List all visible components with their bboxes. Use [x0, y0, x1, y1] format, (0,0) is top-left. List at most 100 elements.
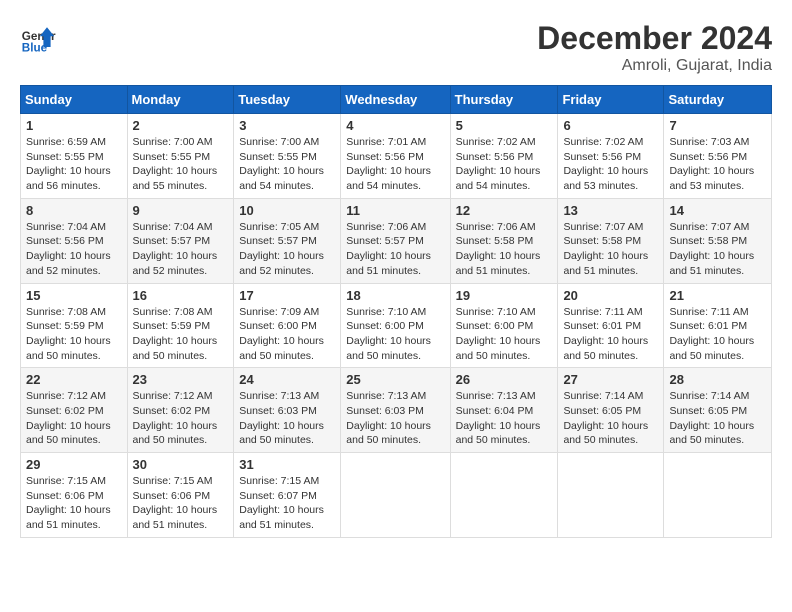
day-info: Sunrise: 7:13 AM Sunset: 6:03 PM Dayligh…: [239, 389, 335, 448]
calendar-title: December 2024: [537, 20, 772, 57]
day-info: Sunrise: 7:13 AM Sunset: 6:03 PM Dayligh…: [346, 389, 444, 448]
calendar-cell: 13 Sunrise: 7:07 AM Sunset: 5:58 PM Dayli…: [558, 198, 664, 283]
day-info: Sunrise: 7:03 AM Sunset: 5:56 PM Dayligh…: [669, 135, 766, 194]
calendar-cell: 4Sunrise: 7:01 AM Sunset: 5:56 PM Daylig…: [341, 114, 450, 199]
day-info: Sunrise: 7:15 AM Sunset: 6:07 PM Dayligh…: [239, 474, 335, 533]
calendar-cell: 31 Sunrise: 7:15 AM Sunset: 6:07 PM Dayli…: [234, 453, 341, 538]
calendar-cell: 26 Sunrise: 7:13 AM Sunset: 6:04 PM Dayli…: [450, 368, 558, 453]
day-number: 27: [563, 372, 658, 387]
calendar-cell: 18 Sunrise: 7:10 AM Sunset: 6:00 PM Dayli…: [341, 283, 450, 368]
day-info: Sunrise: 7:15 AM Sunset: 6:06 PM Dayligh…: [26, 474, 122, 533]
day-number: 9: [133, 203, 229, 218]
day-info: Sunrise: 7:00 AM Sunset: 5:55 PM Dayligh…: [239, 135, 335, 194]
calendar-cell: 19Sunrise: 7:10 AM Sunset: 6:00 PM Dayli…: [450, 283, 558, 368]
header-monday: Monday: [127, 86, 234, 114]
day-number: 10: [239, 203, 335, 218]
day-number: 14: [669, 203, 766, 218]
day-number: 29: [26, 457, 122, 472]
day-number: 20: [563, 288, 658, 303]
day-number: 22: [26, 372, 122, 387]
day-info: Sunrise: 7:11 AM Sunset: 6:01 PM Dayligh…: [669, 305, 766, 364]
day-info: Sunrise: 7:12 AM Sunset: 6:02 PM Dayligh…: [26, 389, 122, 448]
day-number: 18: [346, 288, 444, 303]
day-info: Sunrise: 7:05 AM Sunset: 5:57 PM Dayligh…: [239, 220, 335, 279]
day-info: Sunrise: 7:11 AM Sunset: 6:01 PM Dayligh…: [563, 305, 658, 364]
day-info: Sunrise: 7:10 AM Sunset: 6:00 PM Dayligh…: [346, 305, 444, 364]
calendar-week-row: 29 Sunrise: 7:15 AM Sunset: 6:06 PM Dayli…: [21, 453, 772, 538]
day-info: Sunrise: 7:06 AM Sunset: 5:58 PM Dayligh…: [456, 220, 553, 279]
day-number: 17: [239, 288, 335, 303]
calendar-cell: 23 Sunrise: 7:12 AM Sunset: 6:02 PM Dayli…: [127, 368, 234, 453]
calendar-cell: 1Sunrise: 6:59 AM Sunset: 5:55 PM Daylig…: [21, 114, 128, 199]
calendar-week-row: 22 Sunrise: 7:12 AM Sunset: 6:02 PM Dayli…: [21, 368, 772, 453]
day-info: Sunrise: 7:02 AM Sunset: 5:56 PM Dayligh…: [563, 135, 658, 194]
calendar-cell: 9 Sunrise: 7:04 AM Sunset: 5:57 PM Daylig…: [127, 198, 234, 283]
day-info: Sunrise: 7:14 AM Sunset: 6:05 PM Dayligh…: [563, 389, 658, 448]
day-number: 5: [456, 118, 553, 133]
calendar-cell-empty: [558, 453, 664, 538]
calendar-cell: 27 Sunrise: 7:14 AM Sunset: 6:05 PM Dayli…: [558, 368, 664, 453]
day-number: 19: [456, 288, 553, 303]
calendar-table: Sunday Monday Tuesday Wednesday Thursday…: [20, 85, 772, 538]
calendar-cell: 16 Sunrise: 7:08 AM Sunset: 5:59 PM Dayli…: [127, 283, 234, 368]
day-number: 31: [239, 457, 335, 472]
day-number: 23: [133, 372, 229, 387]
calendar-subtitle: Amroli, Gujarat, India: [537, 57, 772, 75]
calendar-week-row: 1Sunrise: 6:59 AM Sunset: 5:55 PM Daylig…: [21, 114, 772, 199]
calendar-cell: 6 Sunrise: 7:02 AM Sunset: 5:56 PM Daylig…: [558, 114, 664, 199]
day-info: Sunrise: 7:08 AM Sunset: 5:59 PM Dayligh…: [26, 305, 122, 364]
header-wednesday: Wednesday: [341, 86, 450, 114]
calendar-cell: 15 Sunrise: 7:08 AM Sunset: 5:59 PM Dayli…: [21, 283, 128, 368]
calendar-cell: 17 Sunrise: 7:09 AM Sunset: 6:00 PM Dayli…: [234, 283, 341, 368]
day-info: Sunrise: 7:04 AM Sunset: 5:56 PM Dayligh…: [26, 220, 122, 279]
day-number: 26: [456, 372, 553, 387]
title-block: December 2024 Amroli, Gujarat, India: [537, 20, 772, 75]
header-tuesday: Tuesday: [234, 86, 341, 114]
header-sunday: Sunday: [21, 86, 128, 114]
calendar-cell: 5 Sunrise: 7:02 AM Sunset: 5:56 PM Daylig…: [450, 114, 558, 199]
day-number: 24: [239, 372, 335, 387]
day-info: Sunrise: 7:15 AM Sunset: 6:06 PM Dayligh…: [133, 474, 229, 533]
header-saturday: Saturday: [664, 86, 772, 114]
day-info: Sunrise: 7:09 AM Sunset: 6:00 PM Dayligh…: [239, 305, 335, 364]
day-number: 3: [239, 118, 335, 133]
day-number: 15: [26, 288, 122, 303]
day-info: Sunrise: 7:06 AM Sunset: 5:57 PM Dayligh…: [346, 220, 444, 279]
calendar-cell: 25 Sunrise: 7:13 AM Sunset: 6:03 PM Dayli…: [341, 368, 450, 453]
day-number: 8: [26, 203, 122, 218]
calendar-week-row: 15 Sunrise: 7:08 AM Sunset: 5:59 PM Dayli…: [21, 283, 772, 368]
day-info: Sunrise: 7:07 AM Sunset: 5:58 PM Dayligh…: [669, 220, 766, 279]
calendar-header-row: Sunday Monday Tuesday Wednesday Thursday…: [21, 86, 772, 114]
day-number: 4: [346, 118, 444, 133]
calendar-body: 1Sunrise: 6:59 AM Sunset: 5:55 PM Daylig…: [21, 114, 772, 538]
calendar-cell: 12Sunrise: 7:06 AM Sunset: 5:58 PM Dayli…: [450, 198, 558, 283]
day-number: 6: [563, 118, 658, 133]
calendar-cell: 24 Sunrise: 7:13 AM Sunset: 6:03 PM Dayli…: [234, 368, 341, 453]
day-info: Sunrise: 7:02 AM Sunset: 5:56 PM Dayligh…: [456, 135, 553, 194]
calendar-cell: 30 Sunrise: 7:15 AM Sunset: 6:06 PM Dayli…: [127, 453, 234, 538]
day-info: Sunrise: 6:59 AM Sunset: 5:55 PM Dayligh…: [26, 135, 122, 194]
day-number: 11: [346, 203, 444, 218]
calendar-week-row: 8 Sunrise: 7:04 AM Sunset: 5:56 PM Daylig…: [21, 198, 772, 283]
day-number: 30: [133, 457, 229, 472]
calendar-cell-empty: [341, 453, 450, 538]
day-info: Sunrise: 7:04 AM Sunset: 5:57 PM Dayligh…: [133, 220, 229, 279]
calendar-cell: 3 Sunrise: 7:00 AM Sunset: 5:55 PM Daylig…: [234, 114, 341, 199]
calendar-cell: 7Sunrise: 7:03 AM Sunset: 5:56 PM Daylig…: [664, 114, 772, 199]
calendar-cell: 8 Sunrise: 7:04 AM Sunset: 5:56 PM Daylig…: [21, 198, 128, 283]
day-info: Sunrise: 7:07 AM Sunset: 5:58 PM Dayligh…: [563, 220, 658, 279]
page-header: General Blue December 2024 Amroli, Gujar…: [20, 20, 772, 75]
day-number: 2: [133, 118, 229, 133]
day-number: 16: [133, 288, 229, 303]
calendar-cell: 28Sunrise: 7:14 AM Sunset: 6:05 PM Dayli…: [664, 368, 772, 453]
day-number: 13: [563, 203, 658, 218]
day-number: 25: [346, 372, 444, 387]
calendar-cell: 29 Sunrise: 7:15 AM Sunset: 6:06 PM Dayli…: [21, 453, 128, 538]
day-number: 28: [669, 372, 766, 387]
day-info: Sunrise: 7:13 AM Sunset: 6:04 PM Dayligh…: [456, 389, 553, 448]
calendar-cell-empty: [664, 453, 772, 538]
calendar-cell: 20 Sunrise: 7:11 AM Sunset: 6:01 PM Dayli…: [558, 283, 664, 368]
day-info: Sunrise: 7:00 AM Sunset: 5:55 PM Dayligh…: [133, 135, 229, 194]
day-info: Sunrise: 7:08 AM Sunset: 5:59 PM Dayligh…: [133, 305, 229, 364]
day-info: Sunrise: 7:12 AM Sunset: 6:02 PM Dayligh…: [133, 389, 229, 448]
